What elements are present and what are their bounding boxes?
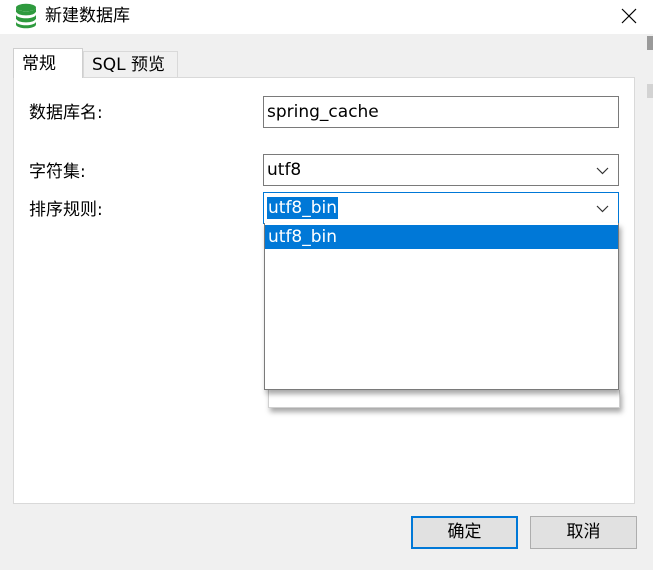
tab-sql-preview[interactable]: SQL 预览 <box>83 51 178 78</box>
charset-select[interactable]: utf8 <box>263 154 619 186</box>
collation-dropdown-list[interactable]: utf8_bin <box>264 223 619 390</box>
collation-value: utf8_bin <box>267 197 339 219</box>
title-bar: 新建数据库 <box>0 0 653 34</box>
database-name-label: 数据库名: <box>29 103 103 123</box>
collation-option-utf8-bin[interactable]: utf8_bin <box>265 225 618 249</box>
dropdown-shadow <box>268 390 620 408</box>
collation-label: 排序规则: <box>29 200 103 220</box>
database-icon <box>15 3 37 29</box>
cancel-button[interactable]: 取消 <box>530 516 637 549</box>
charset-label: 字符集: <box>29 162 86 182</box>
charset-value: utf8 <box>267 160 302 180</box>
chevron-down-icon <box>596 205 609 213</box>
database-name-input[interactable] <box>263 96 619 128</box>
collation-select[interactable]: utf8_bin <box>263 192 619 224</box>
close-button[interactable] <box>605 0 653 32</box>
dialog-title: 新建数据库 <box>45 6 130 26</box>
new-database-dialog: 新建数据库 常规 SQL 预览 数据库名: 字符集: utf8 排序规则: ut… <box>0 0 653 570</box>
background-fragment <box>647 36 653 50</box>
tab-general[interactable]: 常规 <box>13 48 83 78</box>
ok-button[interactable]: 确定 <box>411 516 518 549</box>
chevron-down-icon <box>596 167 609 175</box>
close-icon <box>621 8 637 24</box>
background-fragment <box>647 84 653 98</box>
